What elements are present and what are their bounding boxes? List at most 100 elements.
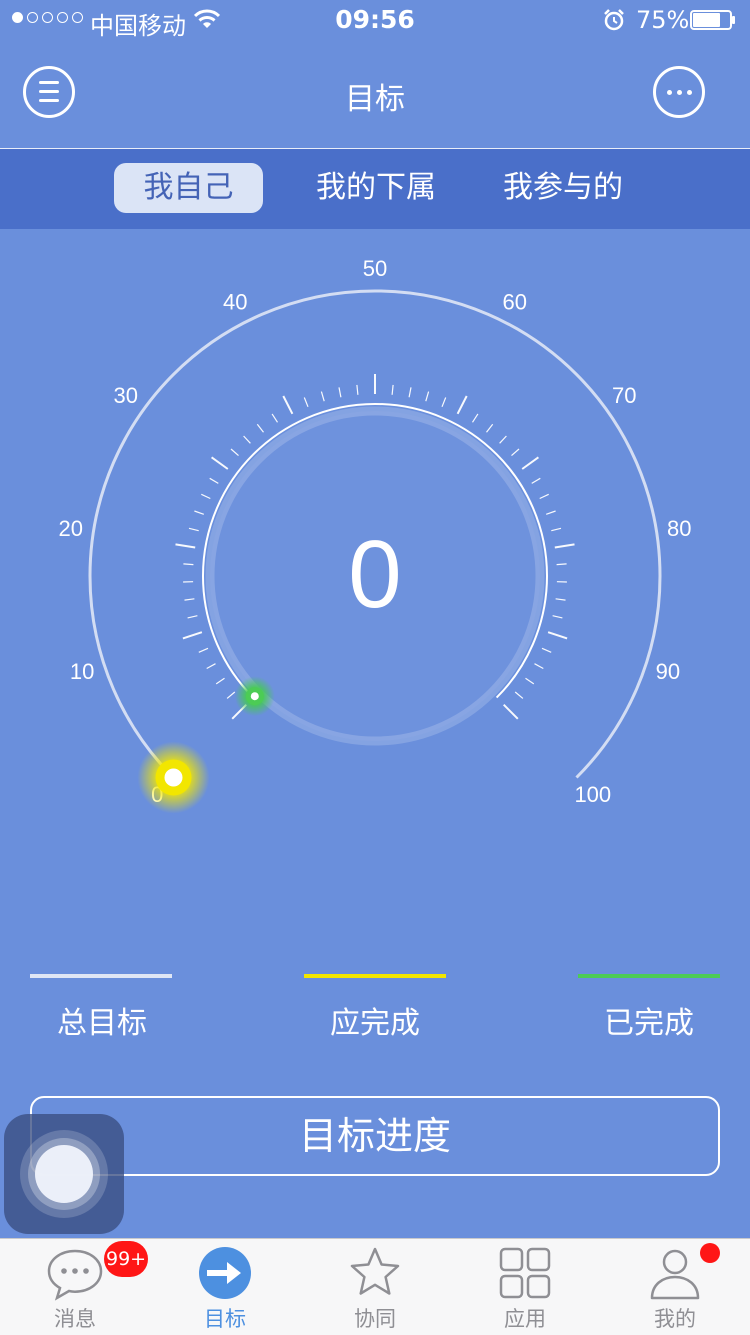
segment-subordinates[interactable]: 我的下属 xyxy=(301,163,451,213)
scale-label-70: 70 xyxy=(612,383,636,408)
tick-mark xyxy=(556,599,566,600)
tick-mark xyxy=(522,457,538,469)
tab-label-messages: 消息 xyxy=(0,1303,150,1333)
navigation-bar: 目标 xyxy=(0,40,750,149)
status-bar: 中国移动 09:56 75% xyxy=(0,0,750,40)
legend-label-completed: 已完成 xyxy=(549,998,749,1042)
scope-segmented-control: 我自己 我的下属 我参与的 xyxy=(0,149,750,229)
legend-line-should-complete xyxy=(304,974,446,978)
legend-label-total: 总目标 xyxy=(2,998,202,1042)
tick-mark xyxy=(199,648,208,652)
segment-participated[interactable]: 我参与的 xyxy=(488,163,638,213)
scale-label-10: 10 xyxy=(70,659,94,684)
tick-mark xyxy=(185,599,195,600)
tick-mark xyxy=(409,387,411,397)
should-complete-marker-center xyxy=(165,769,183,787)
tick-mark xyxy=(183,564,193,565)
tab-goals[interactable]: 目标 xyxy=(150,1239,300,1335)
tick-mark xyxy=(227,692,235,698)
legend-line-completed xyxy=(578,974,720,978)
tick-mark xyxy=(512,449,520,456)
battery-icon xyxy=(690,10,736,30)
tick-mark xyxy=(210,478,219,483)
goal-gauge: 0102030405060708090100 0 xyxy=(0,229,750,909)
scale-label-90: 90 xyxy=(656,659,680,684)
alarm-icon xyxy=(603,9,625,31)
more-icon xyxy=(667,90,672,95)
tab-bar: 99+ 消息 目标 协同 应用 我的 xyxy=(0,1238,750,1335)
tick-mark xyxy=(272,414,277,422)
tab-apps[interactable]: 应用 xyxy=(450,1239,600,1335)
tick-mark xyxy=(207,664,216,669)
tick-mark xyxy=(542,648,551,652)
scale-label-40: 40 xyxy=(223,290,247,315)
tab-label-collaboration: 协同 xyxy=(300,1303,450,1333)
scale-label-20: 20 xyxy=(59,516,83,541)
tick-mark xyxy=(555,544,575,547)
tick-mark xyxy=(548,632,567,638)
tick-mark xyxy=(551,528,561,530)
tick-mark xyxy=(189,528,199,530)
tick-mark xyxy=(557,564,567,565)
tick-mark xyxy=(283,396,292,414)
scale-label-60: 60 xyxy=(503,290,527,315)
legend-line-total xyxy=(30,974,172,978)
tick-mark xyxy=(244,436,251,443)
notification-dot xyxy=(700,1243,720,1263)
legend-label-should-complete: 应完成 xyxy=(275,998,475,1042)
tick-mark xyxy=(500,436,507,443)
tick-mark xyxy=(392,385,393,395)
chat-bubble-icon xyxy=(47,1245,103,1301)
assistive-touch-button[interactable] xyxy=(4,1114,124,1234)
tick-mark xyxy=(339,387,341,397)
assistive-touch-icon xyxy=(35,1145,93,1203)
tick-mark xyxy=(535,664,544,669)
center-value: 0 xyxy=(348,521,401,628)
scale-label-100: 100 xyxy=(574,782,611,807)
tick-mark xyxy=(458,396,467,414)
tick-mark xyxy=(357,385,358,395)
goal-progress-button[interactable]: 目标进度 xyxy=(30,1096,720,1176)
scale-label-80: 80 xyxy=(667,516,691,541)
tick-mark xyxy=(188,616,198,618)
tick-mark xyxy=(532,478,541,483)
tick-mark xyxy=(540,494,549,498)
tick-mark xyxy=(194,511,203,514)
tab-label-goals: 目标 xyxy=(150,1303,300,1333)
tick-mark xyxy=(257,424,263,432)
tick-mark xyxy=(304,398,308,407)
page-title: 目标 xyxy=(0,74,750,118)
scale-label-50: 50 xyxy=(363,256,387,281)
tick-mark xyxy=(212,457,228,469)
tick-mark xyxy=(553,616,563,618)
tick-mark xyxy=(504,705,518,719)
tab-collaboration[interactable]: 协同 xyxy=(300,1239,450,1335)
grid-icon xyxy=(497,1245,553,1301)
tab-label-apps: 应用 xyxy=(450,1303,600,1333)
tick-mark xyxy=(216,678,224,684)
battery-percentage: 75% xyxy=(636,6,689,34)
tick-mark xyxy=(183,632,202,638)
more-button[interactable] xyxy=(653,66,705,118)
tick-mark xyxy=(487,424,493,432)
unread-badge: 99+ xyxy=(104,1241,148,1277)
star-icon xyxy=(347,1245,403,1301)
tick-mark xyxy=(546,511,555,514)
tick-mark xyxy=(526,678,534,684)
tick-mark xyxy=(426,392,429,402)
completed-marker-center xyxy=(251,692,259,700)
scale-label-30: 30 xyxy=(114,383,138,408)
tick-mark xyxy=(201,494,210,498)
tick-mark xyxy=(515,692,523,698)
tab-profile[interactable]: 我的 xyxy=(600,1239,750,1335)
tick-mark xyxy=(231,449,239,456)
tick-mark xyxy=(176,544,196,547)
tick-mark xyxy=(442,398,446,407)
tick-mark xyxy=(473,414,478,422)
tab-messages[interactable]: 99+ 消息 xyxy=(0,1239,150,1335)
arrow-circle-icon xyxy=(197,1245,253,1301)
tick-mark xyxy=(321,392,324,402)
person-icon xyxy=(647,1245,703,1301)
segment-myself[interactable]: 我自己 xyxy=(114,163,263,213)
tab-label-profile: 我的 xyxy=(600,1303,750,1333)
